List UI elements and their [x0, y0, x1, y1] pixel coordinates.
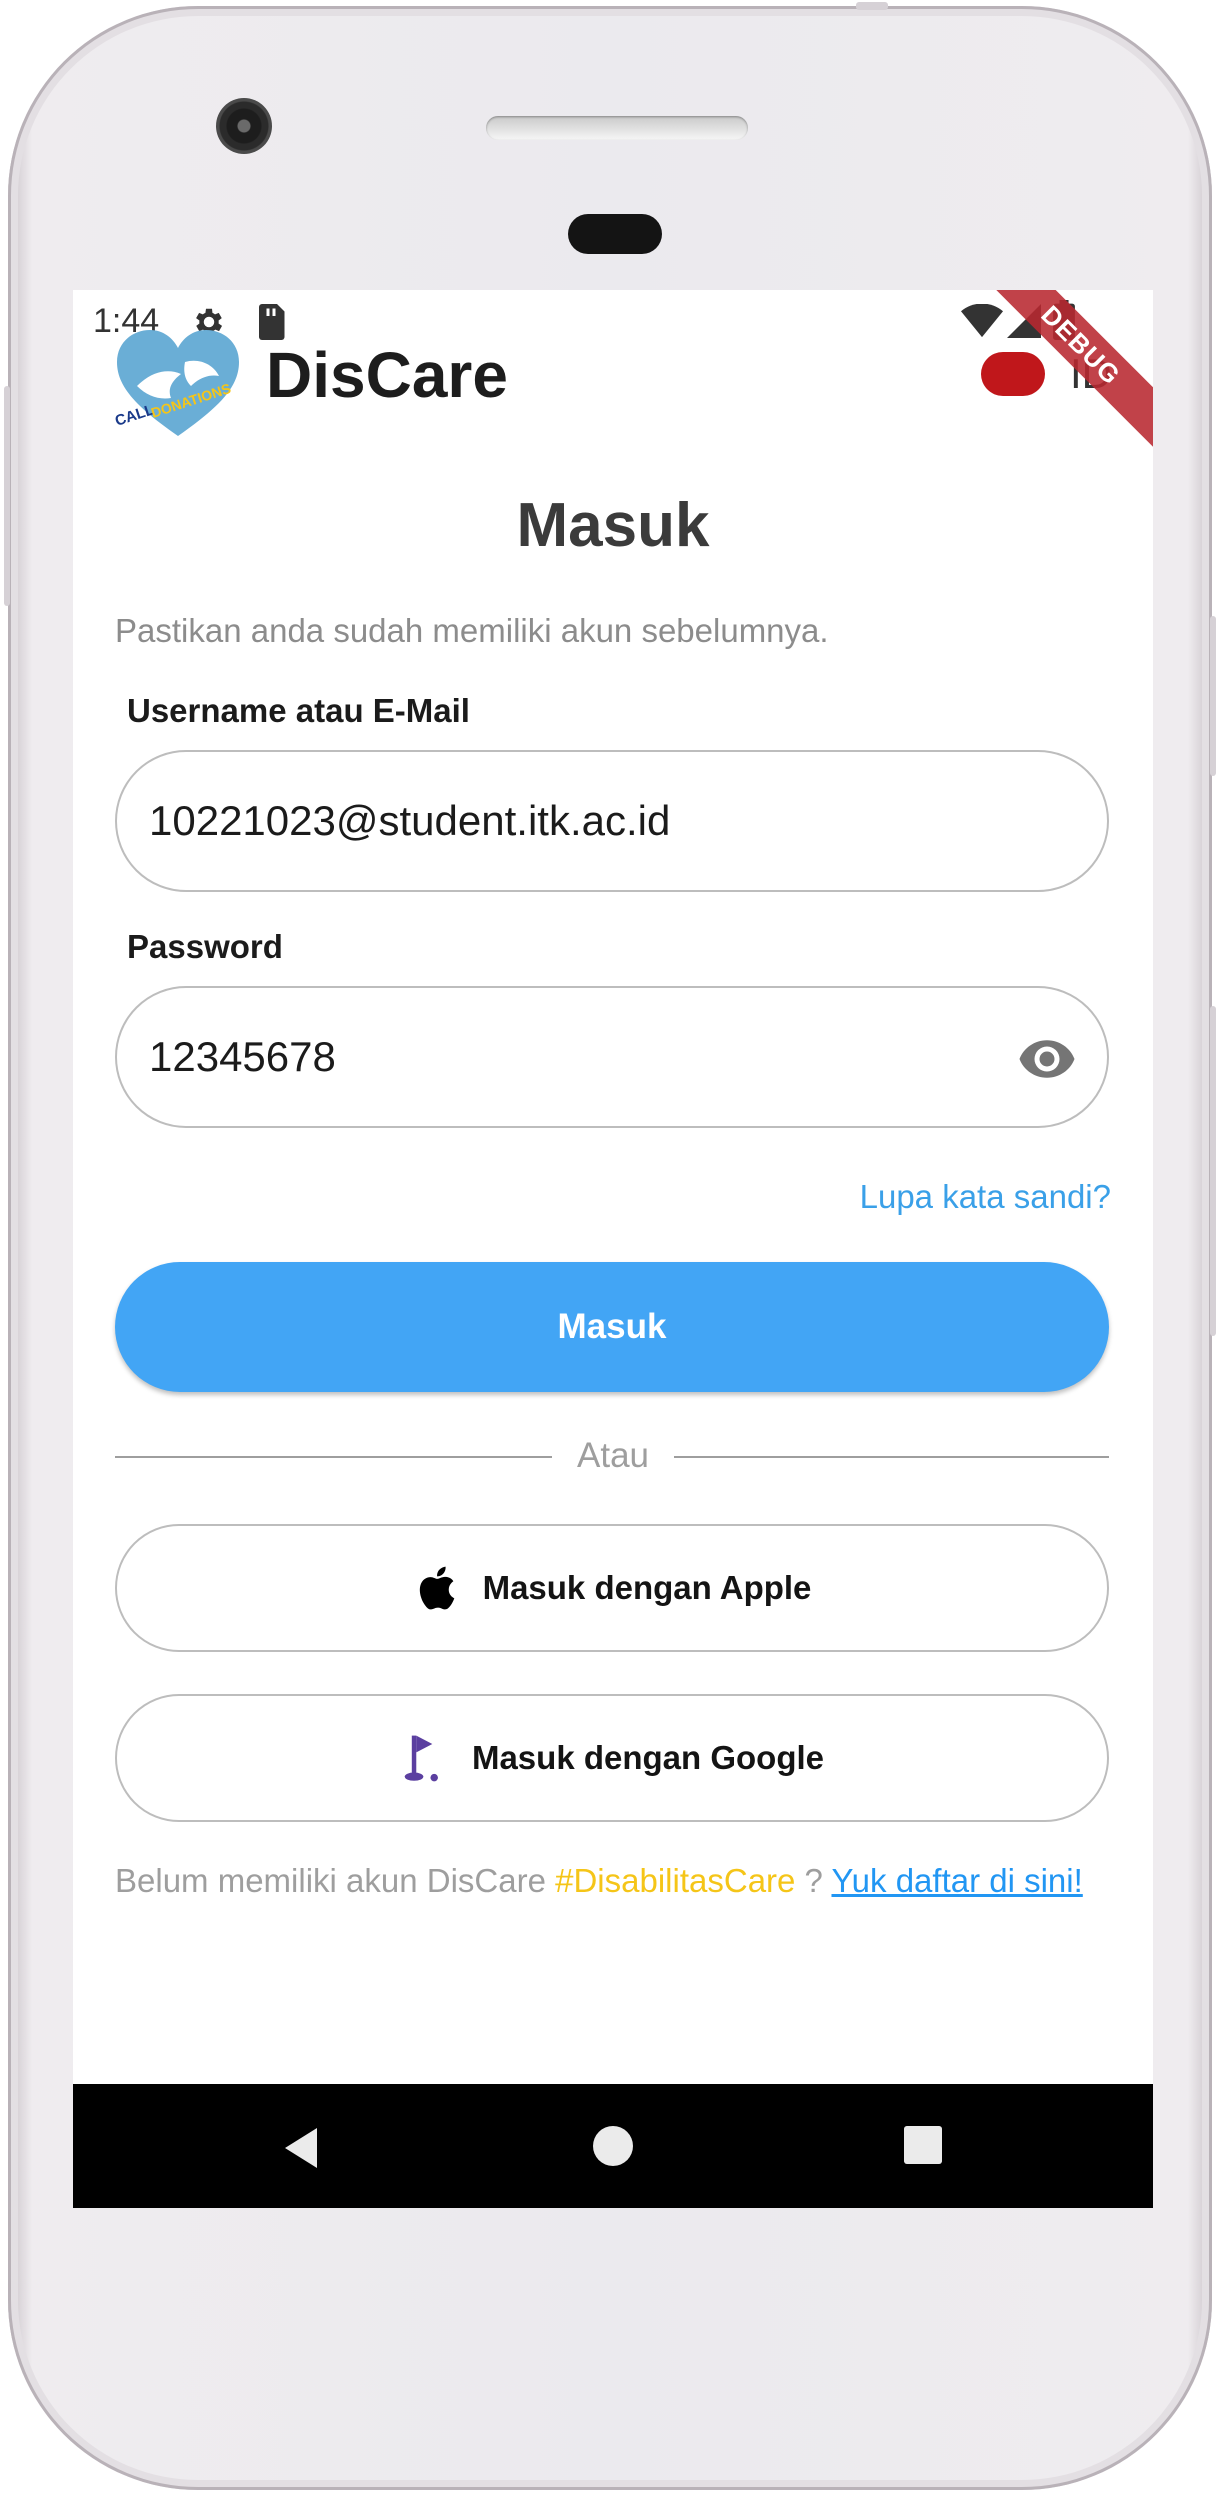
password-input[interactable] [149, 988, 999, 1126]
username-input[interactable] [149, 752, 999, 890]
page-title: Masuk [516, 491, 710, 560]
navigation-bar [73, 2084, 1153, 2208]
hashtag-text: #DisabilitasCare [555, 1862, 796, 1899]
password-field[interactable] [115, 986, 1109, 1128]
apple-login-label: Masuk dengan Apple [482, 1569, 812, 1606]
forgot-password-link[interactable]: Lupa kata sandi? [860, 1178, 1111, 1216]
speaker-grill [486, 116, 748, 140]
login-button[interactable]: Masuk [115, 1262, 1109, 1392]
signup-link[interactable]: Yuk daftar di sini! [831, 1862, 1082, 1899]
apple-login-button[interactable]: Masuk dengan Apple [115, 1524, 1109, 1652]
apple-icon [419, 1566, 454, 1610]
login-subtitle: Pastikan anda sudah memiliki akun sebelu… [115, 612, 829, 649]
home-icon[interactable] [593, 2126, 633, 2166]
visibility-toggle-icon[interactable] [1017, 1029, 1077, 1089]
google-login-label: Masuk dengan Google [471, 1739, 825, 1776]
golf-flag-icon [404, 1735, 438, 1782]
username-field[interactable] [115, 750, 1109, 892]
earpiece [568, 214, 662, 254]
phone-frame: 1:44 CALL DONATIONS DisCare DEBUG Masuk … [4, 2, 1216, 2490]
app-screen: 1:44 CALL DONATIONS DisCare DEBUG Masuk … [73, 290, 1153, 2208]
google-login-button[interactable]: Masuk dengan Google [115, 1694, 1109, 1822]
app-title: DisCare [266, 339, 508, 411]
discare-logo: CALL DONATIONS [115, 330, 239, 436]
volume-button [4, 386, 10, 606]
recents-icon[interactable] [904, 2126, 942, 2164]
password-label: Password [127, 928, 283, 965]
signup-prompt: Belum memiliki akun DisCare #Disabilitas… [115, 1862, 1083, 1900]
top-button [856, 2, 888, 10]
wifi-icon [961, 304, 1003, 338]
username-label: Username atau E-Mail [127, 692, 470, 729]
language-toggle[interactable] [981, 352, 1045, 396]
signup-middle: ? [795, 1862, 832, 1899]
signup-prefix: Belum memiliki akun DisCare [115, 1862, 556, 1899]
power-button [1210, 616, 1216, 776]
side-button [1210, 1006, 1216, 1336]
back-icon[interactable] [281, 2126, 321, 2170]
sd-card-icon [259, 304, 285, 340]
divider-text: Atau [577, 1436, 649, 1475]
front-camera [216, 98, 272, 154]
